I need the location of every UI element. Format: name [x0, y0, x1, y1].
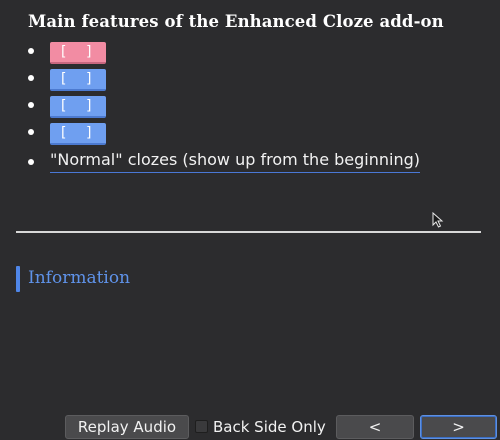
list-item: [ ] — [0, 69, 460, 93]
information-accent-bar — [16, 266, 20, 292]
list-item: "Normal" clozes (show up from the beginn… — [0, 150, 460, 177]
list-item: [ ] — [0, 123, 460, 147]
information-section[interactable]: Information — [16, 266, 316, 292]
bullet-icon — [28, 75, 34, 81]
bullet-icon — [28, 129, 34, 135]
bullet-icon — [28, 159, 34, 165]
bullet-icon — [28, 48, 34, 54]
previous-button[interactable]: < — [336, 415, 414, 439]
back-side-only-toggle[interactable]: Back Side Only — [195, 415, 330, 439]
cloze-hidden-pink[interactable]: [ ] — [50, 42, 106, 64]
information-heading: Information — [28, 268, 131, 288]
next-button[interactable]: > — [420, 415, 497, 439]
back-side-only-label: Back Side Only — [213, 418, 326, 436]
cloze-hidden-blue[interactable]: [ ] — [50, 96, 106, 118]
cloze-hidden-blue[interactable]: [ ] — [50, 123, 106, 145]
normal-cloze-text[interactable]: "Normal" clozes (show up from the beginn… — [50, 150, 420, 173]
replay-audio-button[interactable]: Replay Audio — [65, 415, 189, 439]
bottom-toolbar: Replay Audio Back Side Only < > — [0, 412, 500, 440]
back-side-only-checkbox[interactable] — [195, 420, 208, 433]
card-title: Main features of the Enhanced Cloze add-… — [28, 12, 444, 31]
list-item: [ ] — [0, 96, 460, 120]
cloze-hidden-blue[interactable]: [ ] — [50, 69, 106, 91]
bullet-icon — [28, 102, 34, 108]
mouse-cursor-icon — [432, 212, 444, 228]
divider — [16, 231, 481, 233]
list-item: [ ] — [0, 42, 460, 66]
